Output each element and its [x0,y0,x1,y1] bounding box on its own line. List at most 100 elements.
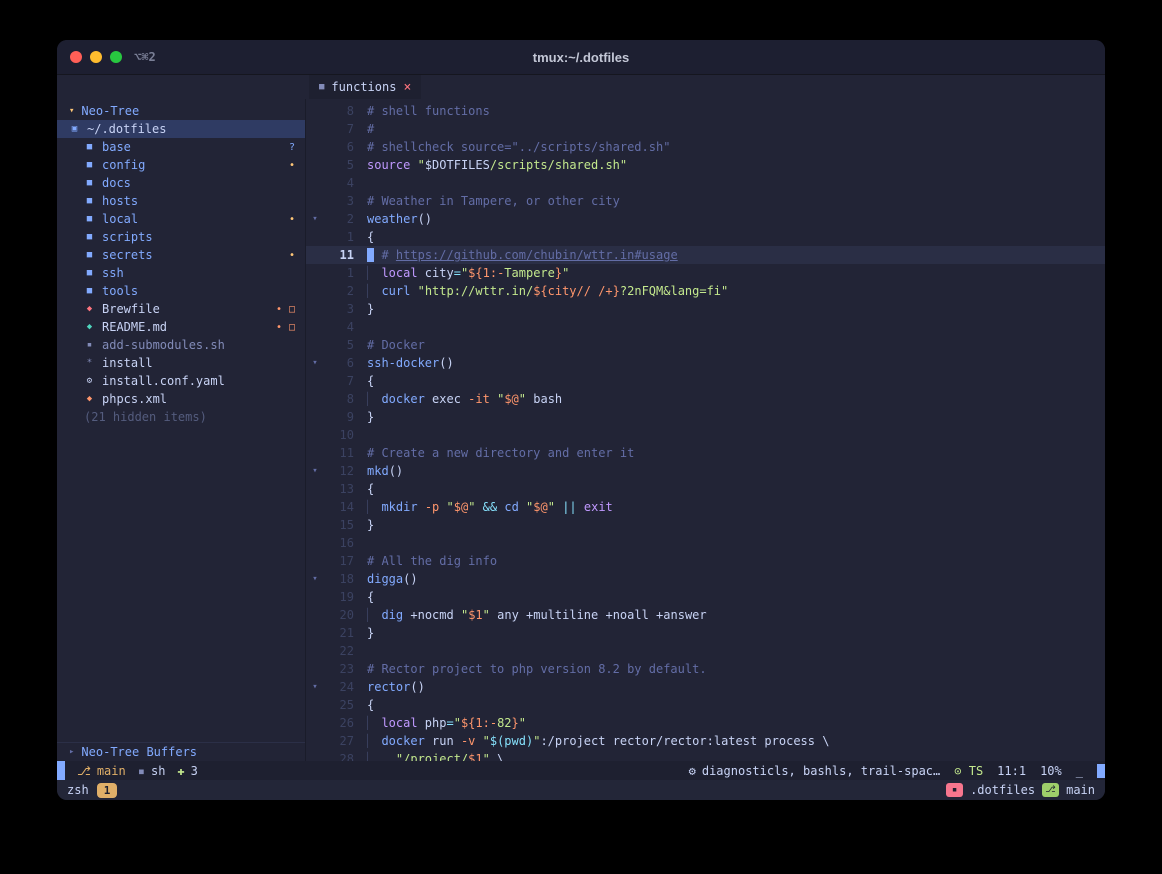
code-line[interactable]: ▾2weather() [306,210,1105,228]
code-line[interactable]: ▾18digga() [306,570,1105,588]
line-number: 24 [324,678,354,696]
tree-folder-config[interactable]: ■config• [57,156,305,174]
code-line[interactable]: 9} [306,408,1105,426]
code-line[interactable]: 8# shell functions [306,102,1105,120]
fold-column [306,408,324,426]
tree-file-install[interactable]: *install [57,354,305,372]
code-line[interactable]: 5# Docker [306,336,1105,354]
tree-item-label: ~/.dotfiles [87,122,166,136]
code-line[interactable]: 17# All the dig info [306,552,1105,570]
tree-file-brewfile[interactable]: ◆Brewfile•□ [57,300,305,318]
brewfile-icon: ◆ [84,304,95,314]
tmux-window-name[interactable]: zsh [67,783,89,797]
tree-folder-secrets[interactable]: ■secrets• [57,246,305,264]
code-line[interactable]: 2▏ curl "http://wttr.in/${city// /+}?2nF… [306,282,1105,300]
tmux-window-index-badge[interactable]: 1 [97,783,118,798]
tab-label: functions [331,80,396,94]
editor-buffer[interactable]: 8# shell functions 7# 6# shellcheck sour… [306,99,1105,761]
tree-folder-base[interactable]: ■base? [57,138,305,156]
code-line[interactable]: 3} [306,300,1105,318]
git-status-badges: •□ [276,322,295,333]
line-number: 23 [324,660,354,678]
fold-chevron-icon[interactable]: ▾ [306,210,324,228]
tree-folder-hosts[interactable]: ■hosts [57,192,305,210]
tree-folder-scripts[interactable]: ■scripts [57,228,305,246]
code-line[interactable]: 19{ [306,588,1105,606]
tree-file-add-submodules[interactable]: ▪ add-submodules.sh [57,336,305,354]
tab-functions[interactable]: ■ functions × [309,75,421,99]
code-text: { [367,588,1105,606]
directory-icon: ▪ [946,783,963,797]
code-line[interactable]: 1{ [306,228,1105,246]
git-status-badge: • [289,250,295,261]
fold-chevron-icon[interactable]: ▾ [306,678,324,696]
code-line[interactable]: 16 [306,534,1105,552]
neotree-buffers-section[interactable]: ▸ Neo-Tree Buffers [57,743,305,761]
code-line[interactable]: 7# [306,120,1105,138]
code-line[interactable]: 11# Create a new directory and enter it [306,444,1105,462]
code-line[interactable]: 21} [306,624,1105,642]
code-line[interactable]: 20▏ dig +nocmd "$1" any +multiline +noal… [306,606,1105,624]
code-line[interactable]: 3# Weather in Tampere, or other city [306,192,1105,210]
code-text: # shellcheck source="../scripts/shared.s… [367,138,1105,156]
code-line[interactable]: 23# Rector project to php version 8.2 by… [306,660,1105,678]
code-line[interactable]: 14▏ mkdir -p "$@" && cd "$@" || exit [306,498,1105,516]
fold-chevron-icon[interactable]: ▾ [306,354,324,372]
shell-file-icon: ▪ [84,340,95,350]
fold-chevron-icon[interactable]: ▾ [306,462,324,480]
code-line[interactable]: 1▏ local city="${1:-Tampere}" [306,264,1105,282]
code-text: ▏ dig +nocmd "$1" any +multiline +noall … [367,606,1105,624]
code-line[interactable]: 5source "$DOTFILES/scripts/shared.sh" [306,156,1105,174]
code-line[interactable]: ▾6ssh-docker() [306,354,1105,372]
fold-column [306,336,324,354]
code-text: ▏ docker run -v "$(pwd)":/project rector… [367,732,1105,750]
code-line[interactable]: 10 [306,426,1105,444]
minimize-window-button[interactable] [90,51,102,63]
code-line[interactable]: 4 [306,318,1105,336]
tab-close-icon[interactable]: × [403,80,411,95]
line-number: 18 [324,570,354,588]
line-number: 15 [324,516,354,534]
code-line[interactable]: 8▏ docker exec -it "$@" bash [306,390,1105,408]
fold-column [306,264,324,282]
line-number: 2 [324,282,354,300]
code-line[interactable]: 22 [306,642,1105,660]
tree-folder-ssh[interactable]: ■ssh [57,264,305,282]
tree-folder-tools[interactable]: ■tools [57,282,305,300]
fold-chevron-icon[interactable]: ▾ [306,570,324,588]
code-line[interactable]: 6# shellcheck source="../scripts/shared.… [306,138,1105,156]
code-line[interactable]: 27▏ docker run -v "$(pwd)":/project rect… [306,732,1105,750]
tree-folder-local[interactable]: ■local• [57,210,305,228]
chevron-right-icon: ▸ [69,747,74,757]
line-number: 8 [324,102,354,120]
code-line[interactable]: ▾12mkd() [306,462,1105,480]
code-line[interactable]: ▾24rector() [306,678,1105,696]
zoom-window-button[interactable] [110,51,122,63]
tree-item-label: install.conf.yaml [102,374,225,388]
tree-file-phpcs[interactable]: ◆phpcs.xml [57,390,305,408]
code-line[interactable]: 11 # https://github.com/chubin/wttr.in#u… [306,246,1105,264]
tree-item-label: add-submodules.sh [102,338,225,352]
close-window-button[interactable] [70,51,82,63]
code-line[interactable]: 7{ [306,372,1105,390]
code-line[interactable]: 4 [306,174,1105,192]
tree-item-label: hosts [102,194,138,208]
tree-item-label: README.md [102,320,167,334]
code-line[interactable]: 26▏ local php="${1:-82}" [306,714,1105,732]
code-line[interactable]: 15} [306,516,1105,534]
code-line[interactable]: 13{ [306,480,1105,498]
open-folder-icon: ▣ [69,124,80,134]
code-line[interactable]: 25{ [306,696,1105,714]
tree-item-label: (21 hidden items) [84,410,207,424]
code-text: weather() [367,210,1105,228]
tree-file-install-conf[interactable]: ⚙install.conf.yaml [57,372,305,390]
code-line[interactable]: 28▏ "/project/$1" \ [306,750,1105,761]
tree-root-dotfiles[interactable]: ▣ ~/.dotfiles [57,120,305,138]
code-text: source "$DOTFILES/scripts/shared.sh" [367,156,1105,174]
buffers-label: Neo-Tree Buffers [81,745,197,759]
line-number: 11 [324,444,354,462]
tree-file-readme[interactable]: ◆README.md•□ [57,318,305,336]
tree-folder-docs[interactable]: ■docs [57,174,305,192]
line-number: 10 [324,426,354,444]
code-text: # All the dig info [367,552,1105,570]
